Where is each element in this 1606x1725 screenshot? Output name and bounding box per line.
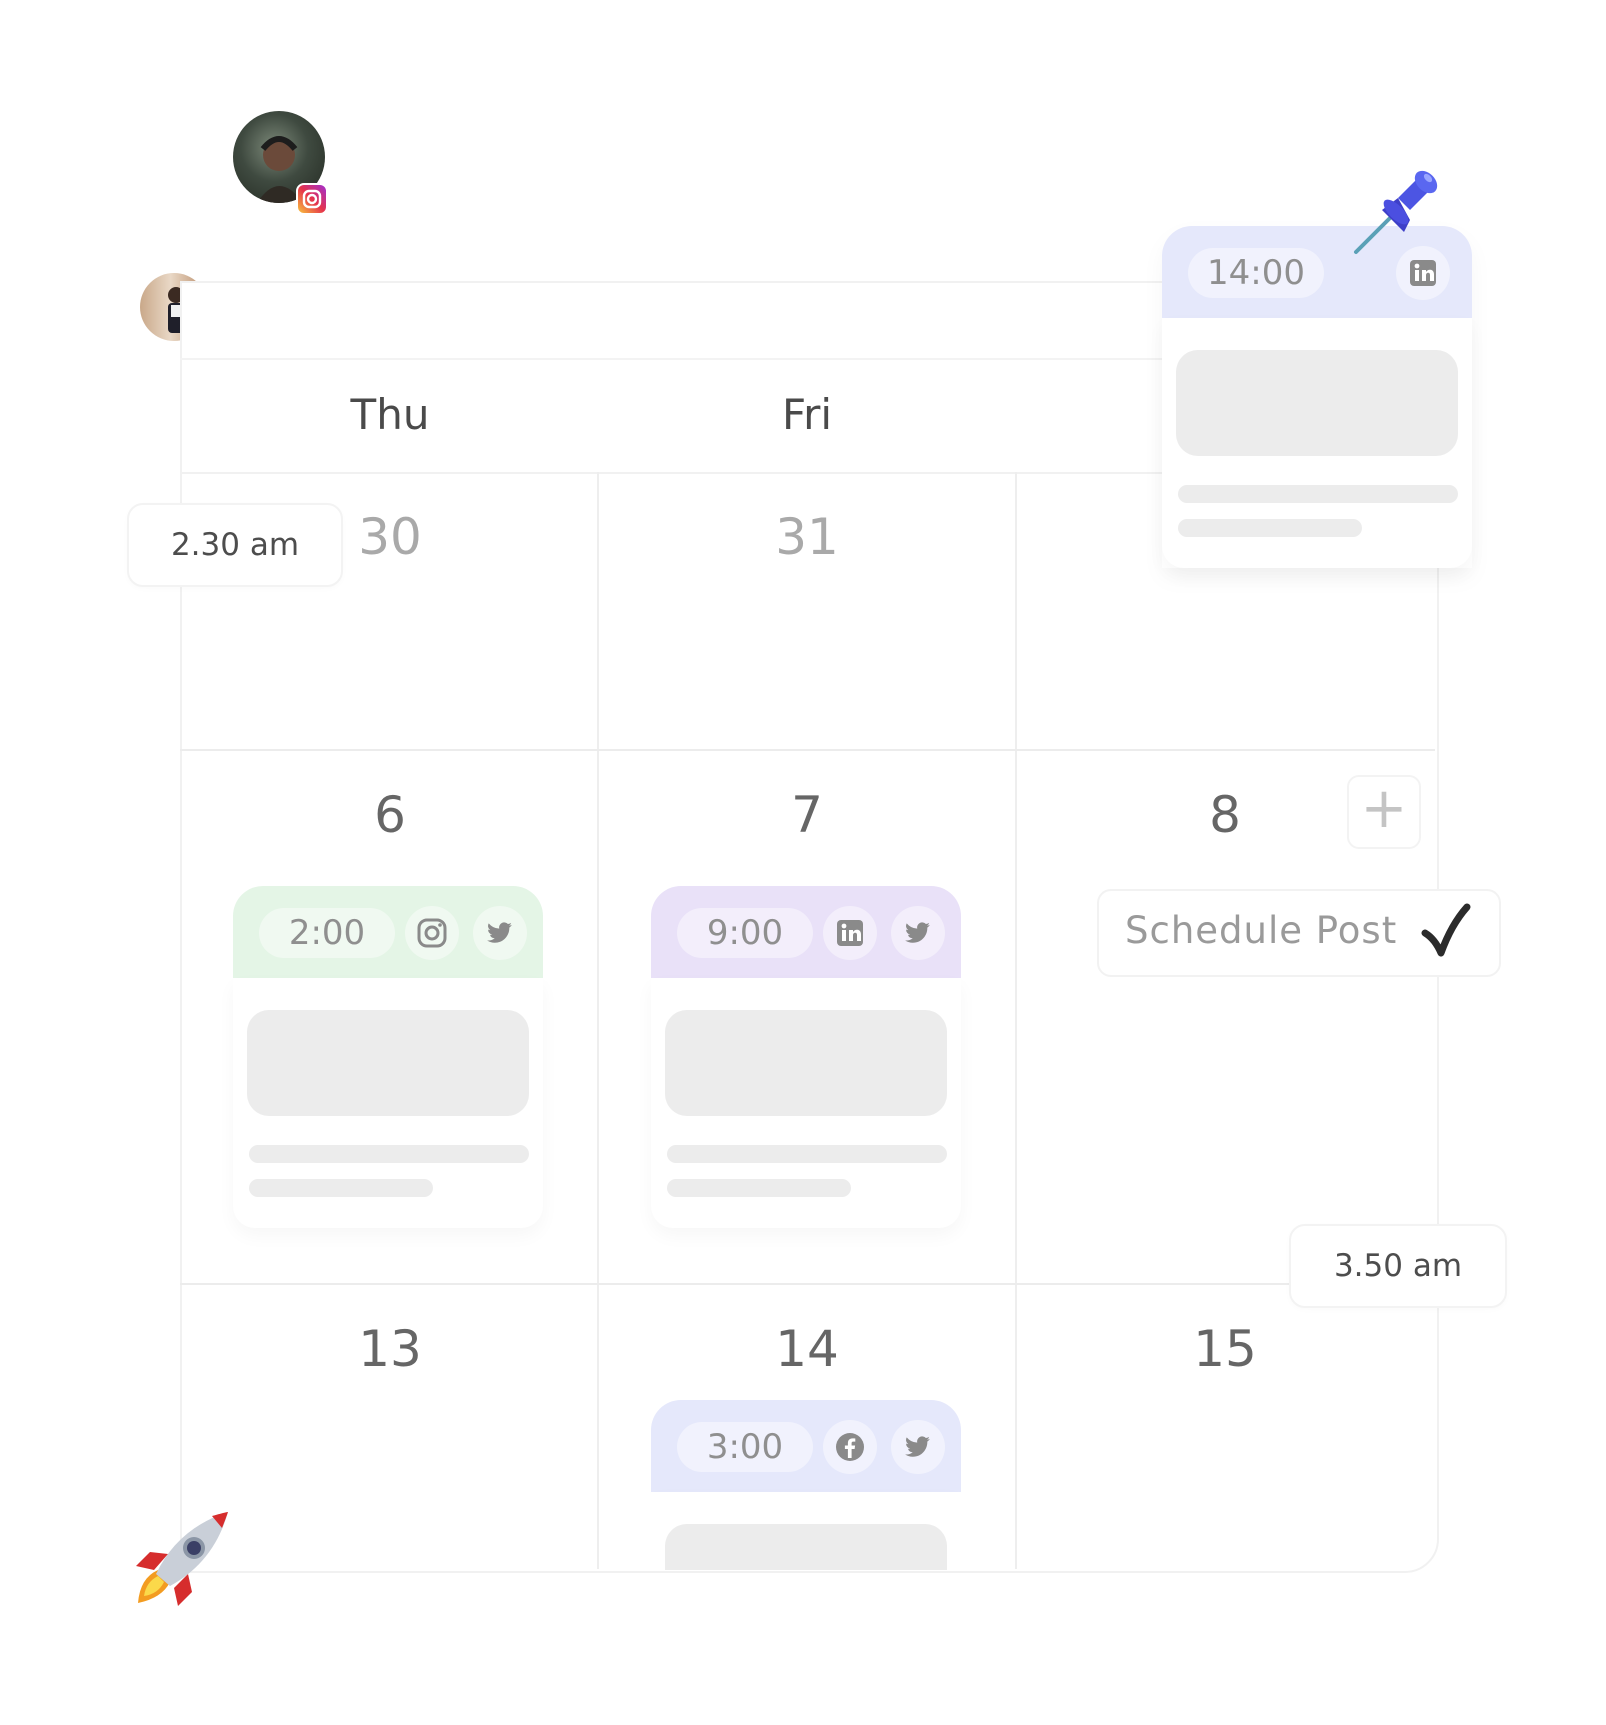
rocket-icon (136, 1512, 228, 1606)
check-icon (1421, 903, 1471, 957)
time-chip: 3.50 am (1289, 1224, 1507, 1308)
twitter-icon (891, 1420, 945, 1474)
post-time: 2:00 (259, 908, 395, 958)
plus-icon: + (1360, 776, 1408, 841)
instagram-badge-icon (296, 183, 328, 215)
image-placeholder (665, 1010, 947, 1116)
image-placeholder (247, 1010, 529, 1116)
grid-divider (180, 1283, 1435, 1285)
grid-divider (180, 749, 1435, 751)
grid-divider (597, 472, 599, 1569)
post-time: 9:00 (677, 908, 813, 958)
post-time: 3:00 (677, 1422, 813, 1472)
image-placeholder (665, 1524, 947, 1570)
text-placeholder (667, 1145, 947, 1163)
text-placeholder (249, 1145, 529, 1163)
post-card-floating[interactable]: 14:00 (1162, 226, 1472, 568)
post-card-clip: 3:00 (651, 1400, 961, 1570)
text-placeholder (249, 1179, 433, 1197)
twitter-icon (891, 906, 945, 960)
grid-divider (1015, 472, 1017, 1569)
image-placeholder (1176, 350, 1458, 456)
schedule-post-label: Schedule Post (1125, 909, 1398, 952)
facebook-icon (823, 1420, 877, 1474)
day-name-fri: Fri (781, 390, 833, 439)
day-cell-14[interactable]: 14 (597, 1320, 1017, 1378)
day-name-thu: Thu (350, 390, 430, 439)
day-cell-31[interactable]: 31 (597, 508, 1017, 566)
day-cell-7[interactable]: 7 (597, 786, 1017, 844)
post-time: 14:00 (1188, 248, 1324, 298)
text-placeholder (667, 1179, 851, 1197)
twitter-icon (473, 906, 527, 960)
post-card[interactable]: 3:00 (651, 1400, 961, 1570)
instagram-icon (405, 906, 459, 960)
day-cell-13[interactable]: 13 (180, 1320, 600, 1378)
day-cell-15[interactable]: 15 (1015, 1320, 1435, 1378)
linkedin-icon (823, 906, 877, 960)
pushpin-icon (1354, 170, 1438, 254)
text-placeholder (1178, 485, 1458, 503)
add-post-button[interactable]: + (1347, 775, 1421, 849)
post-card[interactable]: 2:00 (233, 886, 543, 1228)
day-cell-6[interactable]: 6 (180, 786, 600, 844)
post-card[interactable]: 9:00 (651, 886, 961, 1228)
time-chip: 2.30 am (127, 503, 343, 587)
schedule-post-button[interactable]: Schedule Post (1097, 889, 1501, 977)
text-placeholder (1178, 519, 1362, 537)
